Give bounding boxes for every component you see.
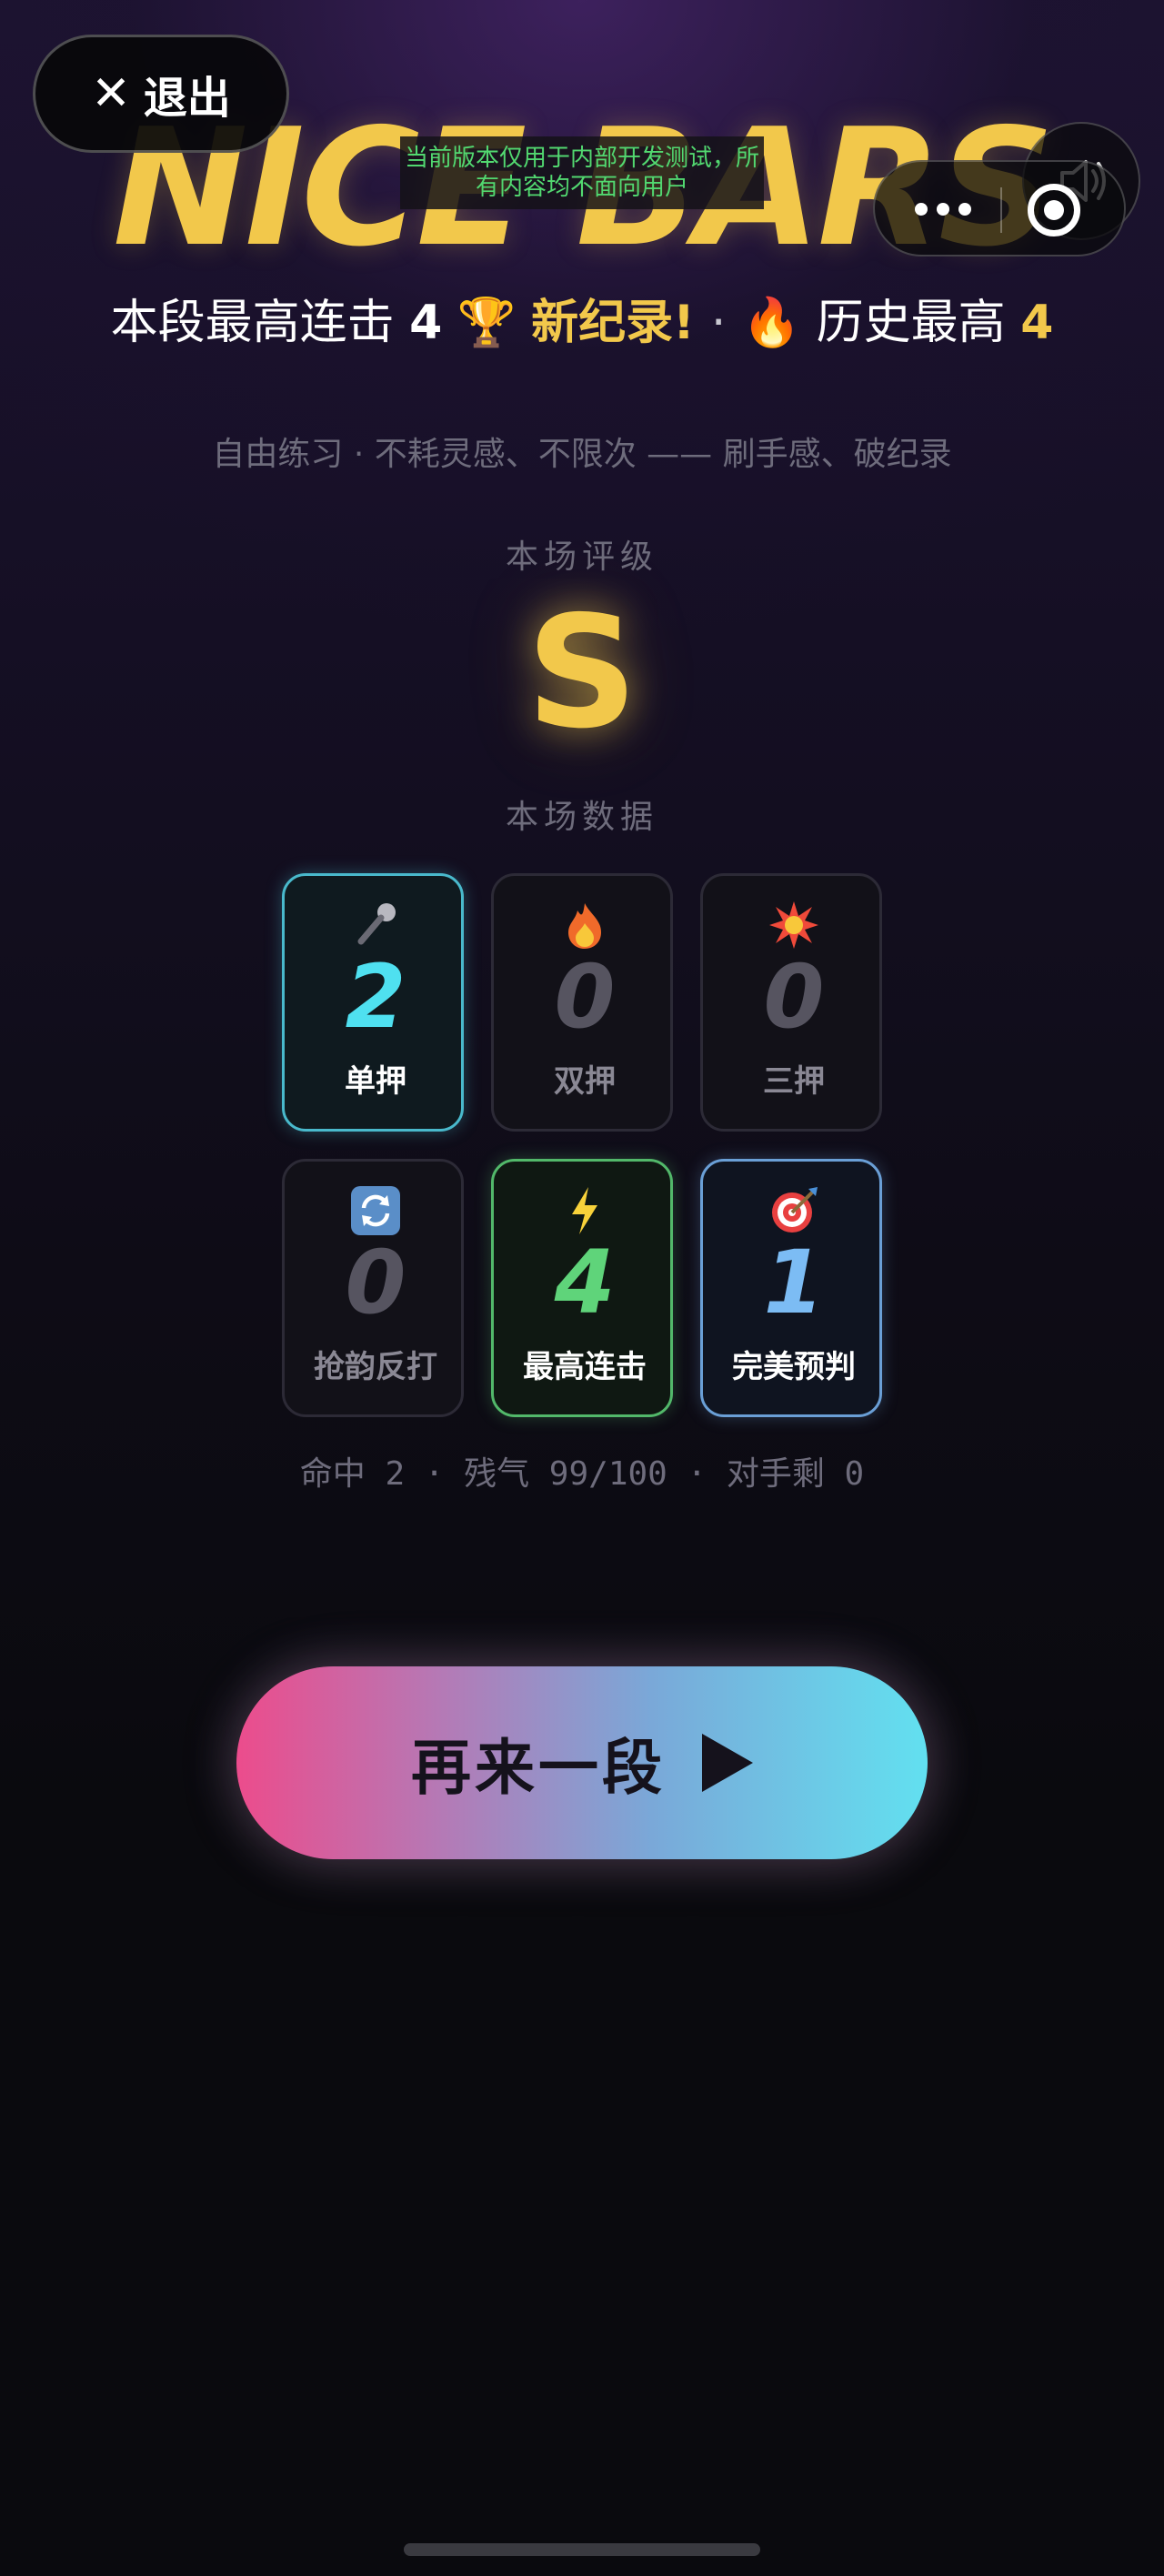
stat-card-perfect-prediction: 1 完美预判 [700, 1159, 882, 1417]
exit-button[interactable]: ✕ 退出 [33, 35, 289, 153]
stats-label: 本场数据 [505, 799, 658, 836]
stat-value: 0 [554, 946, 616, 1048]
combo-record: 本段最高连击 4 🏆 新纪录! · 🔥 历史最高 4 [110, 296, 1054, 350]
mini-program-capsule [873, 160, 1126, 257]
new-record-badge: 新纪录! [531, 296, 695, 350]
battle-summary: 命中 2 · 残气 99/100 · 对手剩 0 [299, 1455, 865, 1493]
stat-label: 单押 [345, 1063, 406, 1100]
lightning-icon [494, 1185, 676, 1236]
stat-label: 抢韵反打 [314, 1349, 437, 1385]
rating-grade: S [526, 583, 638, 763]
stat-label: 完美预判 [732, 1349, 856, 1385]
history-label: 历史最高 [816, 296, 1006, 350]
stat-label: 三押 [763, 1063, 825, 1100]
stat-value: 4 [554, 1232, 616, 1333]
explosion-icon [703, 900, 885, 951]
stat-label: 双押 [554, 1063, 616, 1100]
close-icon: ✕ [91, 66, 131, 121]
history-value: 4 [1020, 296, 1054, 350]
play-again-label: 再来一段 [411, 1733, 666, 1803]
mode-subtitle: 自由练习 · 不耗灵感、不限次 —— 刷手感、破纪录 [212, 436, 952, 473]
stat-card-max-combo: 4 最高连击 [491, 1159, 673, 1417]
play-icon [702, 1734, 753, 1792]
bullseye-icon [703, 1185, 885, 1236]
rating-label: 本场评级 [505, 538, 658, 576]
play-again-button[interactable]: 再来一段 [236, 1666, 928, 1859]
exit-label: 退出 [143, 73, 231, 124]
fire-icon: 🔥 [742, 296, 802, 350]
stat-label: 最高连击 [523, 1349, 647, 1385]
stat-card-single-rhyme: 2 单押 [282, 873, 464, 1132]
stat-card-counter-rhyme: 0 抢韵反打 [282, 1159, 464, 1417]
result-screen: NICE BARS ✕ 退出 当前版本仅用于内部开发测试，所有内容均不面向用户 … [0, 0, 1164, 2576]
stat-value: 0 [345, 1232, 406, 1333]
repeat-icon [285, 1185, 467, 1236]
fire-icon [494, 900, 676, 951]
close-mini-program-button[interactable] [1028, 184, 1080, 236]
record-combo: 4 [409, 296, 443, 350]
stat-card-triple-rhyme: 0 三押 [700, 873, 882, 1132]
stat-value: 0 [763, 946, 825, 1048]
stat-value: 2 [345, 946, 406, 1048]
microphone-icon [285, 900, 467, 951]
home-indicator[interactable] [404, 2543, 760, 2556]
stat-card-double-rhyme: 0 双押 [491, 873, 673, 1132]
trophy-icon: 🏆 [457, 296, 517, 350]
more-menu-button[interactable] [902, 182, 984, 236]
dev-test-notice: 当前版本仅用于内部开发测试，所有内容均不面向用户 [400, 136, 764, 209]
stat-value: 1 [763, 1232, 825, 1333]
record-prefix: 本段最高连击 [110, 296, 395, 350]
